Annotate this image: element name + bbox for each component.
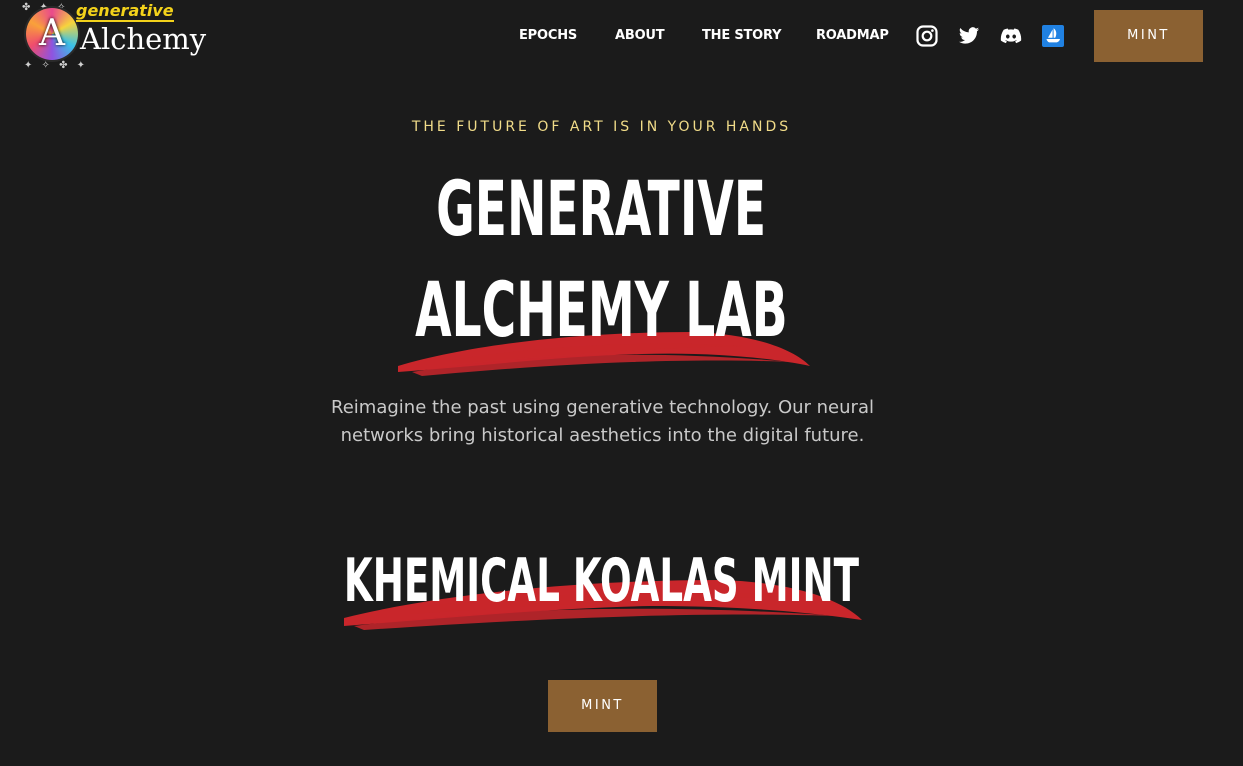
hero-description: Reimagine the past using generative tech…	[331, 397, 874, 446]
hero-eyebrow: THE FUTURE OF ART IS IN YOUR HANDS	[411, 119, 792, 135]
logo-word-generative: generative	[76, 1, 174, 22]
nav-item-about[interactable]: ABOUT	[615, 0, 665, 72]
hero-title-line-1-text: GENERATIVE	[436, 164, 767, 253]
nav-item-the-story[interactable]: THE STORY	[702, 0, 782, 72]
site-logo[interactable]: ✤ ✦ ✧ A generative Alchemy ✦ ✧ ✤ ✦	[20, 0, 206, 78]
logo-orb: A	[26, 8, 78, 60]
mint-section-title: KHEMICAL KOALAS MINT	[0, 545, 1203, 617]
twitter-icon[interactable]	[958, 25, 980, 47]
hero-title-line-2: ALCHEMY LAB	[0, 264, 1203, 356]
hero-title-line-1: GENERATIVE	[0, 163, 1203, 255]
hero-title-line-2-text: ALCHEMY LAB	[415, 265, 788, 354]
mint-section-title-text: KHEMICAL KOALAS MINT	[343, 546, 860, 616]
logo-glyph: A	[39, 13, 65, 54]
discord-icon[interactable]	[1000, 25, 1022, 47]
nav-item-epochs[interactable]: EPOCHS	[519, 0, 577, 72]
header-mint-button[interactable]: MINT	[1094, 10, 1203, 62]
opensea-icon[interactable]	[1042, 25, 1064, 47]
page: ✤ ✦ ✧ A generative Alchemy ✦ ✧ ✤ ✦ EPOCH…	[0, 0, 1243, 766]
instagram-icon[interactable]	[916, 25, 938, 47]
nav-item-roadmap[interactable]: ROADMAP	[816, 0, 889, 72]
logo-runes-decoration: ✦ ✧ ✤ ✦	[24, 60, 89, 71]
mint-button[interactable]: MINT	[548, 680, 657, 732]
logo-word-alchemy: Alchemy	[80, 22, 207, 56]
